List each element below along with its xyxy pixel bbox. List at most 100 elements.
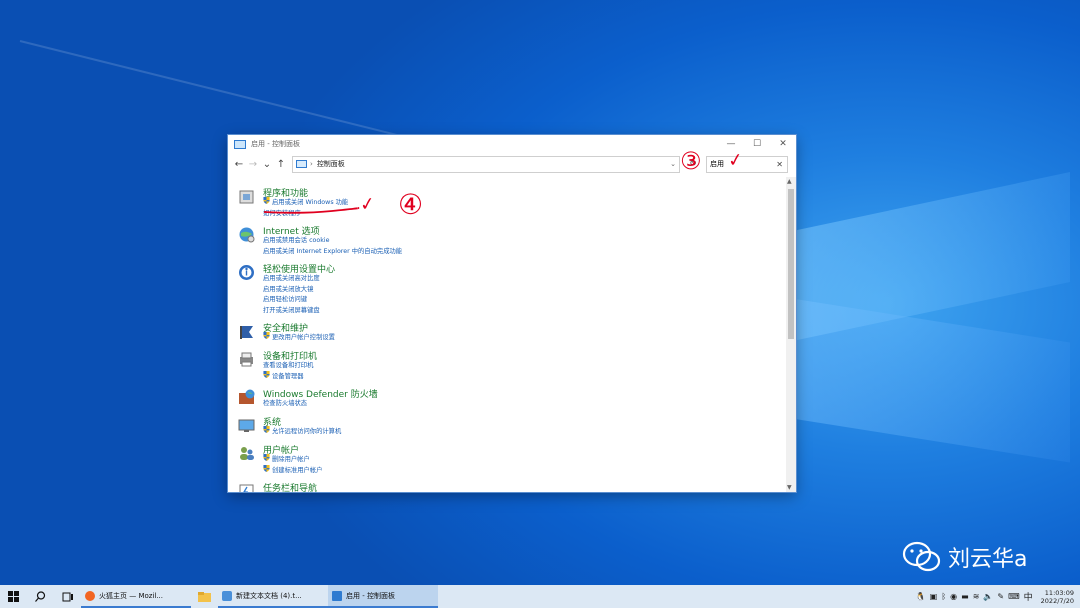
uac-shield-icon bbox=[263, 370, 270, 378]
up-button[interactable]: ↑ bbox=[274, 159, 288, 170]
task-link[interactable]: 删除用户帐户 bbox=[263, 454, 310, 463]
wechat-tray-icon[interactable]: ◉ bbox=[950, 592, 957, 601]
control-panel-window: 启用 - 控制面板 — ☐ ✕ ← → ⌄ ↑ › 控制面板 ⌄ ↻ ✕ 程序和… bbox=[228, 135, 796, 492]
task-link[interactable]: 启用或禁用会话 cookie bbox=[263, 235, 330, 244]
task-link-label: 启用或关闭高对比度 bbox=[263, 275, 320, 282]
task-link[interactable]: 打开或关闭屏幕键盘 bbox=[263, 305, 320, 314]
refresh-button[interactable]: ↻ bbox=[686, 157, 700, 172]
taskbar-navigation-icon[interactable] bbox=[238, 483, 255, 492]
taskbar-app-notepad[interactable]: 新建文本文档 (4).t... bbox=[218, 585, 328, 608]
task-link-label: 删除用户帐户 bbox=[272, 456, 310, 463]
ease-of-access-icon[interactable] bbox=[238, 264, 255, 281]
scroll-down-icon[interactable]: ▼ bbox=[787, 484, 792, 491]
uac-shield-icon bbox=[263, 464, 270, 472]
task-link[interactable]: 设备管理器 bbox=[263, 370, 304, 380]
task-link[interactable]: 启用轻松访问键 bbox=[263, 294, 307, 303]
control-panel-app-icon bbox=[234, 139, 246, 149]
notepad-icon bbox=[222, 590, 232, 601]
task-link[interactable]: 更改用户帐户控制设置 bbox=[263, 332, 335, 341]
search-input[interactable] bbox=[707, 159, 772, 169]
clear-search-icon[interactable]: ✕ bbox=[776, 160, 783, 169]
task-link[interactable]: 启用或关闭 Internet Explorer 中的自动完成功能 bbox=[263, 246, 402, 255]
system-tray: 🐧 ▣ ᛒ ◉ ▬ ≋ 🔈 ✎ ⌨ 中 11:03:09 2022/7/20 bbox=[912, 585, 1074, 608]
wechat-logo-icon bbox=[902, 541, 941, 572]
system-icon[interactable] bbox=[238, 417, 255, 434]
qq-icon[interactable]: 🐧 bbox=[916, 592, 926, 601]
firefox-icon bbox=[85, 590, 95, 601]
forward-button[interactable]: → bbox=[246, 159, 260, 170]
task-view-icon[interactable] bbox=[54, 585, 81, 608]
watermark: 刘云华a bbox=[902, 540, 1027, 574]
task-link[interactable]: 查看设备和打印机 bbox=[263, 360, 313, 369]
task-link-label: 创建标准用户帐户 bbox=[272, 466, 323, 474]
task-link-label: 启用或禁用会话 cookie bbox=[263, 237, 330, 244]
ime-indicator[interactable]: 中 bbox=[1024, 590, 1033, 603]
breadcrumb-control-panel[interactable]: 控制面板 bbox=[317, 159, 345, 169]
clock[interactable]: 11:03:09 2022/7/20 bbox=[1041, 589, 1074, 605]
address-row: ← → ⌄ ↑ › 控制面板 ⌄ ↻ ✕ bbox=[228, 153, 796, 175]
task-link-label: 启用轻松访问键 bbox=[263, 296, 308, 303]
task-link-label: 启用或关闭 Internet Explorer 中的自动完成功能 bbox=[263, 247, 403, 255]
breadcrumb-separator: › bbox=[310, 160, 313, 168]
title-bar[interactable]: 启用 - 控制面板 — ☐ ✕ bbox=[228, 135, 796, 153]
windows-start-icon[interactable] bbox=[0, 585, 27, 608]
taskbar-app-label: 新建文本文档 (4).t... bbox=[236, 591, 302, 600]
task-link[interactable]: 启用或关闭高对比度 bbox=[263, 273, 320, 282]
search-box[interactable]: ✕ bbox=[706, 155, 788, 173]
taskbar: 火狐主页 — Mozil... 新建文本文档 (4).t... 启用 - 控制面… bbox=[0, 585, 1080, 608]
firewall-icon[interactable] bbox=[238, 389, 255, 406]
task-link-label: 设备管理器 bbox=[272, 372, 304, 380]
internet-options-icon[interactable] bbox=[238, 226, 255, 243]
search-results: 程序和功能 启用或关闭 Windows 功能 如何安装程序 Internet 选项 启用… bbox=[228, 180, 786, 492]
task-link[interactable]: 检查防火墙状态 bbox=[263, 398, 307, 407]
file-explorer-icon[interactable] bbox=[191, 585, 218, 608]
clock-time: 11:03:09 bbox=[1044, 588, 1074, 597]
network-icon[interactable]: ≋ bbox=[973, 592, 980, 601]
scroll-up-icon[interactable]: ▲ bbox=[787, 178, 792, 185]
bluetooth-icon[interactable]: ᛒ bbox=[941, 592, 946, 601]
task-link-label: 如何安装程序 bbox=[263, 209, 301, 217]
uac-shield-icon bbox=[263, 454, 270, 461]
task-link-label: 打开或关闭屏幕键盘 bbox=[263, 306, 320, 314]
folder-tray-icon[interactable]: ▬ bbox=[961, 592, 969, 601]
recent-locations-button[interactable]: ⌄ bbox=[260, 159, 274, 170]
devices-printers-icon[interactable] bbox=[238, 351, 255, 368]
close-button[interactable]: ✕ bbox=[770, 135, 796, 153]
address-bar[interactable]: › 控制面板 ⌄ bbox=[292, 155, 680, 173]
address-dropdown-icon[interactable]: ⌄ bbox=[670, 160, 676, 168]
programs-icon[interactable] bbox=[238, 188, 255, 205]
task-link[interactable]: 允许远程访问你的计算机 bbox=[263, 426, 341, 435]
vertical-scrollbar[interactable]: ▲ ▼ bbox=[786, 177, 796, 492]
clock-date: 2022/7/20 bbox=[1040, 596, 1074, 605]
keyboard-icon[interactable]: ⌨ bbox=[1008, 592, 1020, 601]
taskbar-app-control-panel[interactable]: 启用 - 控制面板 bbox=[328, 585, 438, 608]
security-maintenance-icon[interactable] bbox=[238, 323, 255, 340]
uac-shield-icon bbox=[263, 426, 270, 433]
task-link-label: 检查防火墙状态 bbox=[263, 400, 308, 407]
taskbar-app-label: 启用 - 控制面板 bbox=[346, 591, 395, 600]
pen-icon[interactable]: ✎ bbox=[997, 592, 1004, 601]
task-link-label: 启用或关闭放大镜 bbox=[263, 285, 314, 293]
task-link[interactable]: 如何安装程序 bbox=[263, 208, 301, 217]
task-link-label: 启用或关闭 Windows 功能 bbox=[272, 199, 349, 206]
task-link[interactable]: 启用或关闭 Windows 功能 bbox=[263, 197, 348, 206]
task-link-label: 更改用户帐户控制设置 bbox=[272, 334, 335, 341]
scrollbar-thumb[interactable] bbox=[788, 189, 794, 339]
watermark-text: 刘云华a bbox=[948, 547, 1028, 572]
task-link[interactable]: 启用或关闭放大镜 bbox=[263, 284, 313, 293]
category-title[interactable]: 任务栏和导航 bbox=[263, 481, 317, 492]
app-tray-icon[interactable]: ▣ bbox=[930, 592, 938, 601]
maximize-button[interactable]: ☐ bbox=[744, 135, 770, 153]
desktop-light-beam-lower bbox=[760, 293, 1070, 463]
control-panel-icon bbox=[332, 590, 342, 601]
taskbar-app-firefox[interactable]: 火狐主页 — Mozil... bbox=[81, 585, 191, 608]
minimize-button[interactable]: — bbox=[718, 135, 744, 153]
user-accounts-icon[interactable] bbox=[238, 445, 255, 462]
search-icon[interactable] bbox=[27, 585, 54, 608]
volume-icon[interactable]: 🔈 bbox=[983, 592, 993, 601]
task-link[interactable]: 创建标准用户帐户 bbox=[263, 464, 323, 474]
uac-shield-icon bbox=[263, 197, 270, 204]
uac-shield-icon bbox=[263, 332, 270, 339]
taskbar-app-label: 火狐主页 — Mozil... bbox=[99, 591, 164, 600]
back-button[interactable]: ← bbox=[232, 159, 246, 170]
